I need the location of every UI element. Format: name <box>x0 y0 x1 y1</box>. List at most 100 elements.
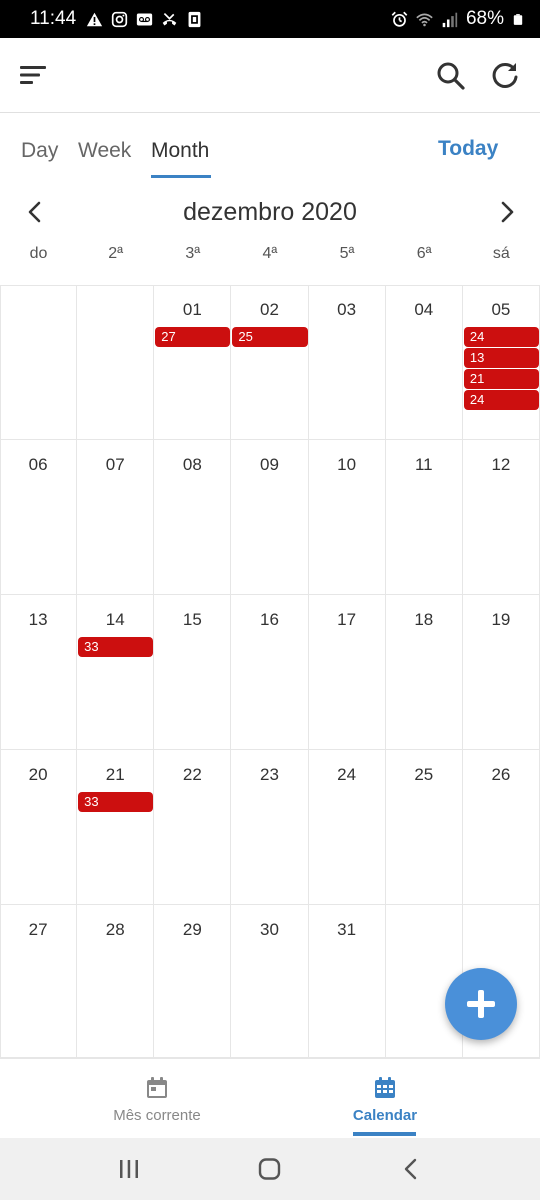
day-cell[interactable]: 28 <box>77 905 155 1058</box>
day-cell[interactable]: 23 <box>231 750 309 905</box>
day-number: 22 <box>182 765 202 784</box>
day-number: 14 <box>105 610 125 629</box>
day-number: 12 <box>491 455 511 474</box>
day-cell[interactable]: 06 <box>0 440 78 595</box>
event-chip[interactable]: 24 <box>463 327 539 347</box>
status-bar: 11:44 68% <box>0 0 540 38</box>
event-chip[interactable]: 27 <box>155 327 231 347</box>
home-icon[interactable] <box>258 1158 282 1180</box>
battery-icon <box>513 13 523 25</box>
tab-day[interactable]: Day <box>21 139 58 163</box>
system-status: 68% <box>391 8 524 30</box>
day-cell[interactable]: 11 <box>385 440 463 595</box>
recents-icon[interactable] <box>118 1158 140 1180</box>
refresh-icon[interactable] <box>490 60 520 90</box>
month-title: dezembro 2020 <box>183 198 357 226</box>
day-cell[interactable] <box>77 285 155 440</box>
nav-label: Calendar <box>352 1107 418 1124</box>
day-number: 15 <box>182 610 202 629</box>
system-navigation-bar <box>0 1138 540 1200</box>
event-chip[interactable]: 21 <box>463 369 539 389</box>
app-bar <box>0 38 540 113</box>
day-cell[interactable]: 10 <box>308 440 386 595</box>
day-cell[interactable]: 20 <box>0 750 78 905</box>
month-grid: 01 27 02 25 03 04 05 24 13 21 24 06 07 08 09 10 11 12 13 14… <box>0 285 540 1058</box>
day-cell[interactable]: 30 <box>231 905 309 1058</box>
notification-icons <box>86 11 203 28</box>
day-cell[interactable]: 03 <box>308 285 386 440</box>
day-cell[interactable]: 16 <box>231 595 309 750</box>
day-number: 05 <box>491 300 511 319</box>
day-number: 25 <box>414 765 434 784</box>
day-number: 24 <box>337 765 357 784</box>
day-cell[interactable]: 02 25 <box>231 285 309 440</box>
calendar-day-icon <box>147 1077 167 1098</box>
day-cell[interactable]: 29 <box>154 905 232 1058</box>
day-number: 27 <box>28 920 48 939</box>
day-cell[interactable]: 25 <box>385 750 463 905</box>
event-chip[interactable]: 13 <box>463 348 539 368</box>
day-cell[interactable]: 31 <box>308 905 386 1058</box>
day-cell[interactable]: 12 <box>462 440 540 595</box>
day-number: 10 <box>337 455 357 474</box>
day-number: 04 <box>414 300 434 319</box>
day-number: 19 <box>491 610 511 629</box>
day-cell[interactable]: 27 <box>0 905 78 1058</box>
weekday-label: 5ª <box>339 245 355 262</box>
alarm-icon <box>391 11 408 27</box>
add-event-button[interactable] <box>445 968 517 1040</box>
tab-week[interactable]: Week <box>78 139 131 163</box>
weekday-header: do 2ª 3ª 4ª 5ª 6ª sá <box>0 245 540 275</box>
back-icon[interactable] <box>401 1158 419 1180</box>
day-cell[interactable] <box>0 285 78 440</box>
day-number: 16 <box>260 610 279 629</box>
day-cell[interactable]: 14 33 <box>77 595 155 750</box>
event-chip[interactable]: 33 <box>78 637 154 657</box>
event-chip[interactable]: 24 <box>463 390 539 410</box>
day-cell[interactable]: 13 <box>0 595 78 750</box>
day-cell[interactable]: 21 33 <box>77 750 155 905</box>
today-button[interactable]: Today <box>438 137 498 161</box>
status-time: 11:44 <box>30 8 77 29</box>
day-number: 13 <box>28 610 48 629</box>
day-cell[interactable]: 26 <box>462 750 540 905</box>
active-tab-indicator <box>151 175 211 178</box>
active-nav-indicator <box>353 1132 416 1136</box>
day-number: 09 <box>260 455 279 474</box>
day-cell[interactable]: 01 27 <box>154 285 232 440</box>
day-cell[interactable]: 19 <box>462 595 540 750</box>
day-cell[interactable]: 05 24 13 21 24 <box>462 285 540 440</box>
signal-icon <box>442 12 458 27</box>
bottom-navigation: Mês corrente Calendar <box>0 1058 540 1138</box>
day-cell[interactable]: 18 <box>385 595 463 750</box>
day-number: 20 <box>28 765 48 784</box>
day-cell[interactable]: 15 <box>154 595 232 750</box>
instagram-icon <box>111 11 128 27</box>
day-number: 31 <box>337 920 357 939</box>
day-cell[interactable]: 09 <box>231 440 309 595</box>
day-number: 02 <box>260 300 279 319</box>
day-number: 06 <box>28 455 48 474</box>
day-cell[interactable]: 22 <box>154 750 232 905</box>
day-cell[interactable]: 24 <box>308 750 386 905</box>
day-number: 17 <box>337 610 357 629</box>
nav-calendar[interactable]: Calendar <box>250 1059 520 1139</box>
day-cell[interactable]: 08 <box>154 440 232 595</box>
day-cell[interactable]: 17 <box>308 595 386 750</box>
day-number: 18 <box>414 610 434 629</box>
search-icon[interactable] <box>436 61 466 91</box>
view-tabs: Day Week Month Today <box>0 113 540 193</box>
sort-menu-icon[interactable] <box>20 63 48 87</box>
event-chip[interactable]: 25 <box>232 327 308 347</box>
weekday-label: 4ª <box>262 245 278 262</box>
day-number: 26 <box>491 765 511 784</box>
tab-month[interactable]: Month <box>151 139 209 163</box>
day-number: 08 <box>182 455 202 474</box>
day-cell[interactable]: 04 <box>385 285 463 440</box>
chevron-right-icon[interactable] <box>498 201 516 223</box>
day-cell[interactable]: 07 <box>77 440 155 595</box>
day-number: 28 <box>105 920 125 939</box>
day-number: 29 <box>182 920 202 939</box>
event-chip[interactable]: 33 <box>78 792 154 812</box>
day-number: 30 <box>260 920 279 939</box>
